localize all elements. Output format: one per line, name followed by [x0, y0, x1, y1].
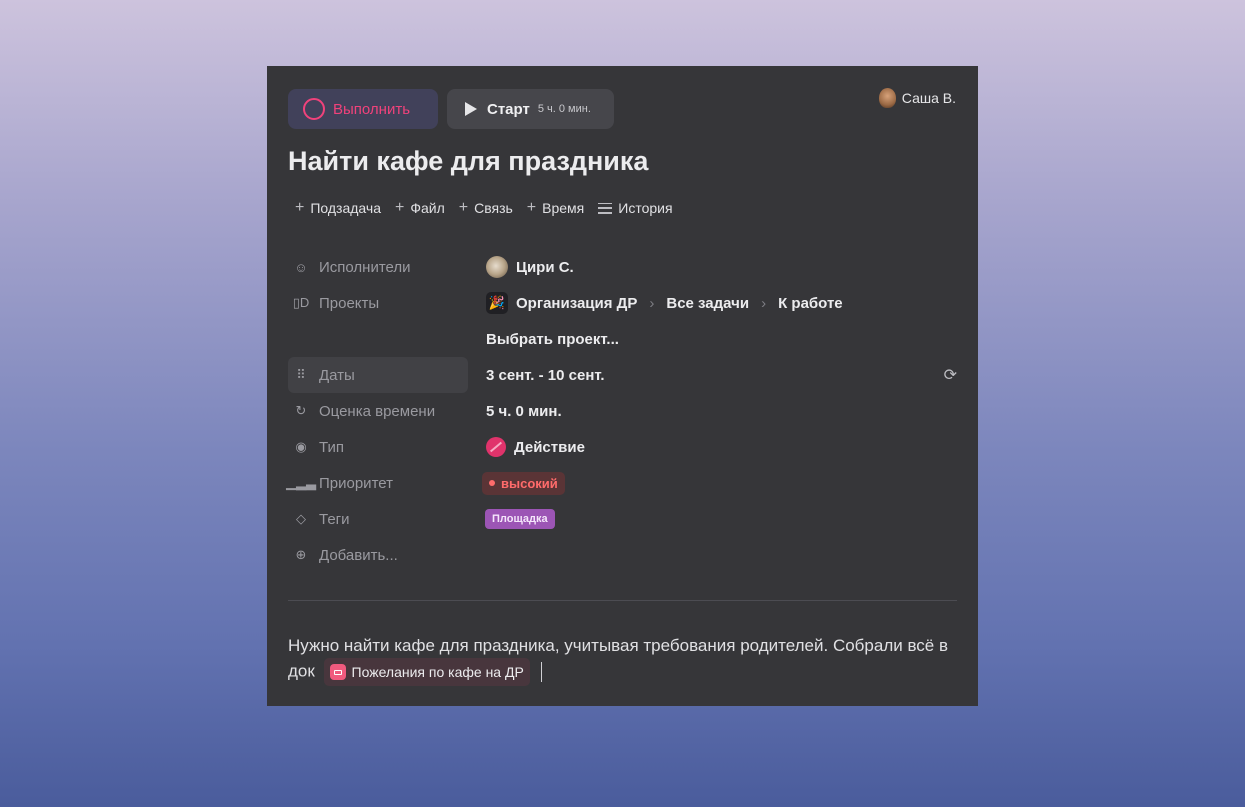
circle-icon: [303, 98, 325, 120]
assignee-value[interactable]: Цири С.: [486, 256, 574, 278]
task-description[interactable]: Нужно найти кафе для праздника, учитывая…: [288, 634, 957, 686]
estimate-value[interactable]: 5 ч. 0 мин.: [486, 403, 562, 420]
field-dates: ⠿ Даты 3 сент. - 10 сент. ⟳: [288, 357, 957, 393]
field-assignees: ☺ Исполнители Цири С.: [288, 249, 957, 285]
chevron-right-icon: ›: [761, 294, 767, 312]
repeat-icon[interactable]: ⟳: [944, 365, 957, 385]
task-card: Выполнить Старт 5 ч. 0 мин. Саша В. Найт…: [267, 66, 978, 706]
start-timer-button[interactable]: Старт 5 ч. 0 мин.: [447, 89, 614, 129]
add-link-button[interactable]: + Связь: [459, 199, 513, 217]
dot-icon: [489, 480, 495, 486]
breadcrumb-project[interactable]: Организация ДР: [516, 295, 637, 312]
avatar: [486, 256, 508, 278]
field-label: ↻ Оценка времени: [288, 393, 468, 429]
start-duration: 5 ч. 0 мин.: [537, 103, 591, 115]
priority-badge[interactable]: высокий: [482, 471, 565, 495]
plus-icon: +: [295, 199, 305, 216]
project-icon: ▯D: [292, 295, 310, 310]
dates-value[interactable]: 3 сент. - 10 сент.: [486, 367, 605, 384]
signal-bars-icon: ▁▂▃: [286, 475, 316, 490]
field-priority: ▁▂▃ Приоритет высокий: [286, 465, 957, 501]
field-type: ◉ Тип Действие: [288, 429, 957, 465]
action-type-icon: [486, 437, 506, 457]
tag-icon: ◇: [296, 511, 306, 526]
current-user[interactable]: Саша В.: [878, 88, 956, 108]
field-label: ▯D Проекты: [292, 294, 380, 312]
avatar: [878, 88, 896, 108]
chevron-right-icon: ›: [649, 294, 655, 312]
plus-icon: +: [395, 199, 405, 216]
field-label: ☺ Исполнители: [294, 258, 411, 276]
plus-icon: +: [526, 199, 537, 216]
complete-label: Выполнить: [333, 100, 411, 118]
tag-badge[interactable]: Площадка: [485, 509, 555, 529]
field-label: ◇ Теги: [288, 501, 468, 537]
field-label: ▁▂▃ Приоритет: [286, 474, 393, 492]
document-icon: [329, 664, 346, 680]
refresh-icon: ↻: [295, 403, 307, 418]
complete-button[interactable]: Выполнить: [288, 89, 438, 129]
list-icon: [598, 202, 613, 214]
history-button[interactable]: История: [598, 199, 673, 217]
text-cursor: [540, 662, 542, 682]
task-title[interactable]: Найти кафе для праздника: [288, 146, 648, 177]
field-projects: ▯D Проекты 🎉 Организация ДР › Все задачи…: [288, 285, 957, 321]
drag-handle-icon[interactable]: ⠿: [293, 367, 309, 383]
field-label: ◉ Тип: [288, 429, 468, 465]
field-projects-choose: Выбрать проект...: [288, 321, 957, 357]
person-circle-icon: ☺: [294, 259, 308, 275]
type-value[interactable]: Действие: [486, 437, 585, 457]
field-label[interactable]: ⠿ Даты: [288, 357, 468, 393]
add-time-button[interactable]: + Время: [527, 199, 584, 217]
choose-project-link[interactable]: Выбрать проект...: [486, 331, 619, 348]
plus-circle-icon: ⊕: [295, 547, 307, 562]
breadcrumb-status[interactable]: К работе: [778, 295, 843, 312]
doc-link-chip[interactable]: Пожелания по кафе на ДР: [323, 658, 530, 686]
play-icon: [465, 102, 477, 116]
start-label: Старт: [487, 100, 530, 118]
plus-icon: +: [458, 199, 469, 216]
project-path[interactable]: 🎉 Организация ДР › Все задачи › К работе: [486, 292, 843, 314]
type-icon: ◉: [295, 439, 307, 454]
field-tags: ◇ Теги Площадка: [288, 501, 957, 537]
user-name: Саша В.: [901, 90, 956, 106]
add-subtask-button[interactable]: + Подзадача: [295, 199, 381, 217]
party-icon: 🎉: [486, 292, 508, 314]
field-estimate: ↻ Оценка времени 5 ч. 0 мин.: [288, 393, 957, 429]
field-add: ⊕ Добавить...: [288, 537, 957, 573]
task-actions: + Подзадача + Файл + Связь + Время Истор…: [295, 199, 673, 217]
breadcrumb-section[interactable]: Все задачи: [666, 295, 749, 312]
add-field-button[interactable]: ⊕ Добавить...: [288, 537, 468, 573]
divider: [288, 600, 957, 601]
add-file-button[interactable]: + Файл: [395, 199, 445, 217]
